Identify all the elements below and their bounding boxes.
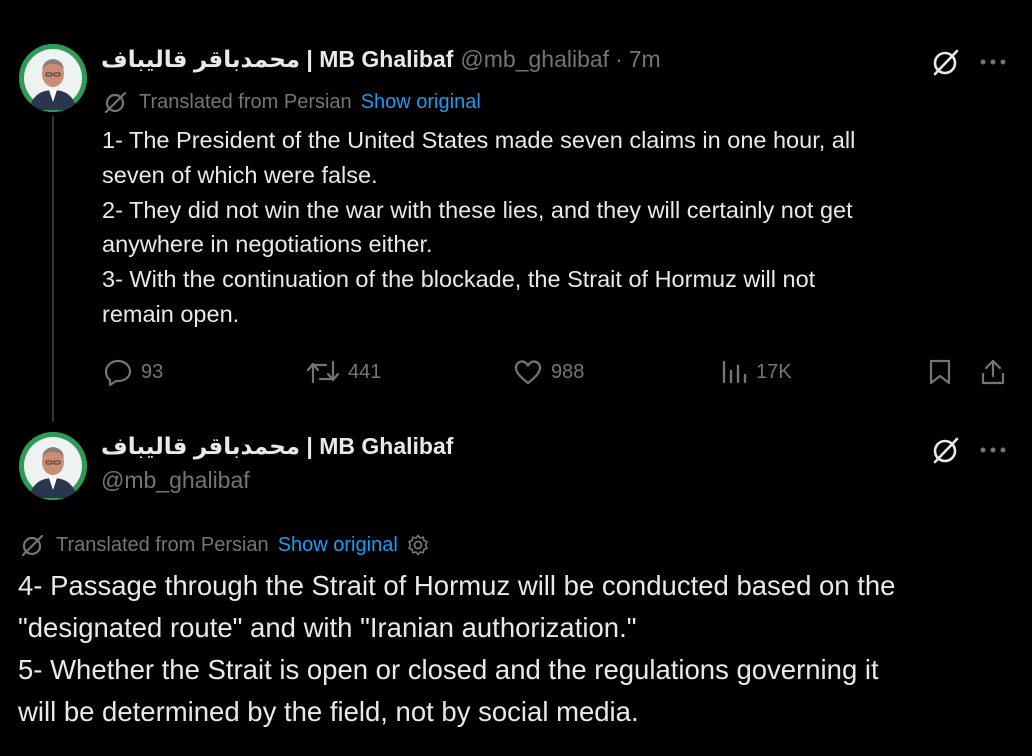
heart-icon [514, 360, 542, 385]
reply-button[interactable]: 93 [103, 358, 164, 387]
separator: · [615, 46, 623, 72]
reply-count: 93 [141, 360, 164, 383]
show-original-link[interactable]: Show original [361, 91, 481, 114]
gear-icon[interactable] [406, 533, 430, 557]
body-line: 4- Passage through the Strait of Hormuz … [18, 570, 896, 601]
thread-line [52, 116, 54, 422]
like-button[interactable]: 988 [513, 358, 584, 386]
tweet-body: 4- Passage through the Strait of Hormuz … [18, 565, 1018, 733]
display-name[interactable]: محمدباقر قالیباف | MB Ghalibaf [101, 46, 453, 73]
bookmark-icon [929, 359, 951, 385]
show-original-link[interactable]: Show original [278, 534, 398, 557]
reply-icon [104, 359, 132, 387]
body-line: 3- With the continuation of the blockade… [102, 266, 816, 293]
avatar-portrait-icon [19, 432, 87, 500]
translation-row: Translated from Persian Show original [103, 89, 481, 115]
translation-row: Translated from Persian Show original [20, 532, 430, 558]
translate-icon [21, 534, 44, 557]
translated-label: Translated from Persian [139, 90, 352, 113]
display-name[interactable]: محمدباقر قالیباف | MB Ghalibaf [101, 433, 453, 460]
grok-button[interactable] [930, 434, 962, 466]
avatar[interactable] [19, 44, 87, 112]
tweet-body: 1- The President of the United States ma… [102, 123, 1002, 332]
grok-icon [933, 49, 959, 76]
body-line: seven of which were false. [102, 161, 378, 188]
avatar[interactable] [19, 432, 87, 500]
grok-button[interactable] [930, 46, 962, 78]
handle[interactable]: @mb_ghalibaf [460, 46, 609, 73]
grok-icon [933, 437, 959, 464]
body-line: 1- The President of the United States ma… [102, 127, 856, 153]
handle[interactable]: @mb_ghalibaf [101, 467, 453, 494]
body-line: "designated route" and with "Iranian aut… [18, 612, 637, 643]
repost-icon [306, 360, 340, 384]
views-icon [722, 360, 747, 384]
avatar-portrait-icon [19, 44, 87, 112]
body-line: 2- They did not win the war with these l… [102, 196, 853, 223]
share-button[interactable] [979, 357, 1007, 387]
translate-icon [104, 91, 127, 114]
share-icon [981, 359, 1005, 385]
tweet-header: محمدباقر قالیباف | MB Ghalibaf @mb_ghali… [101, 433, 453, 494]
body-line: will be determined by the field, not by … [18, 696, 639, 727]
timestamp[interactable]: 7m [629, 46, 661, 73]
repost-button[interactable]: 441 [306, 358, 381, 386]
repost-count: 441 [348, 360, 382, 383]
more-button[interactable] [978, 436, 1008, 464]
views-count: 17K [756, 360, 792, 383]
tweet-header: محمدباقر قالیباف | MB Ghalibaf @mb_ghali… [101, 46, 661, 73]
like-count: 988 [551, 360, 585, 383]
body-line: 5- Whether the Strait is open or closed … [18, 654, 879, 685]
bookmark-button[interactable] [926, 358, 954, 386]
translated-label: Translated from Persian [56, 533, 269, 556]
body-line: anywhere in negotiations either. [102, 231, 433, 258]
body-line: remain open. [102, 300, 240, 327]
more-icon [980, 447, 1006, 453]
more-icon [980, 59, 1006, 65]
more-button[interactable] [978, 48, 1008, 76]
views-button[interactable]: 17K [720, 358, 792, 386]
